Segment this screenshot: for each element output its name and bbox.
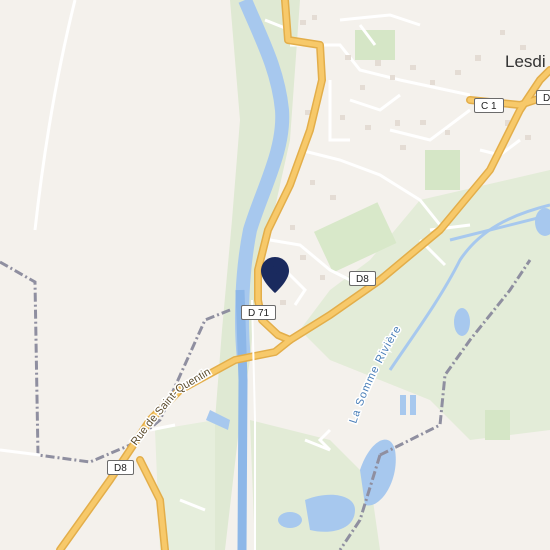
road-shield-c1: C 1 <box>474 98 504 113</box>
pond-1 <box>454 308 470 336</box>
green-field-east <box>425 150 460 190</box>
pond-5 <box>278 512 302 528</box>
map-view[interactable]: Lesdi C 1 D D8 D 71 D8 Rue de Saint-Quen… <box>0 0 550 550</box>
location-pin-icon[interactable] <box>261 257 289 293</box>
canal <box>235 289 248 550</box>
road-shield-d71: D 71 <box>241 305 277 320</box>
road-shield-d-topright: D <box>536 90 550 105</box>
town-label: Lesdi <box>505 52 546 71</box>
road-shield-d8-west: D8 <box>107 460 134 475</box>
pond-6 <box>400 395 406 415</box>
road-shield-d8-east: D8 <box>349 271 376 286</box>
green-field-se <box>485 410 510 440</box>
pond-7 <box>410 395 416 415</box>
pond-3 <box>360 439 396 506</box>
